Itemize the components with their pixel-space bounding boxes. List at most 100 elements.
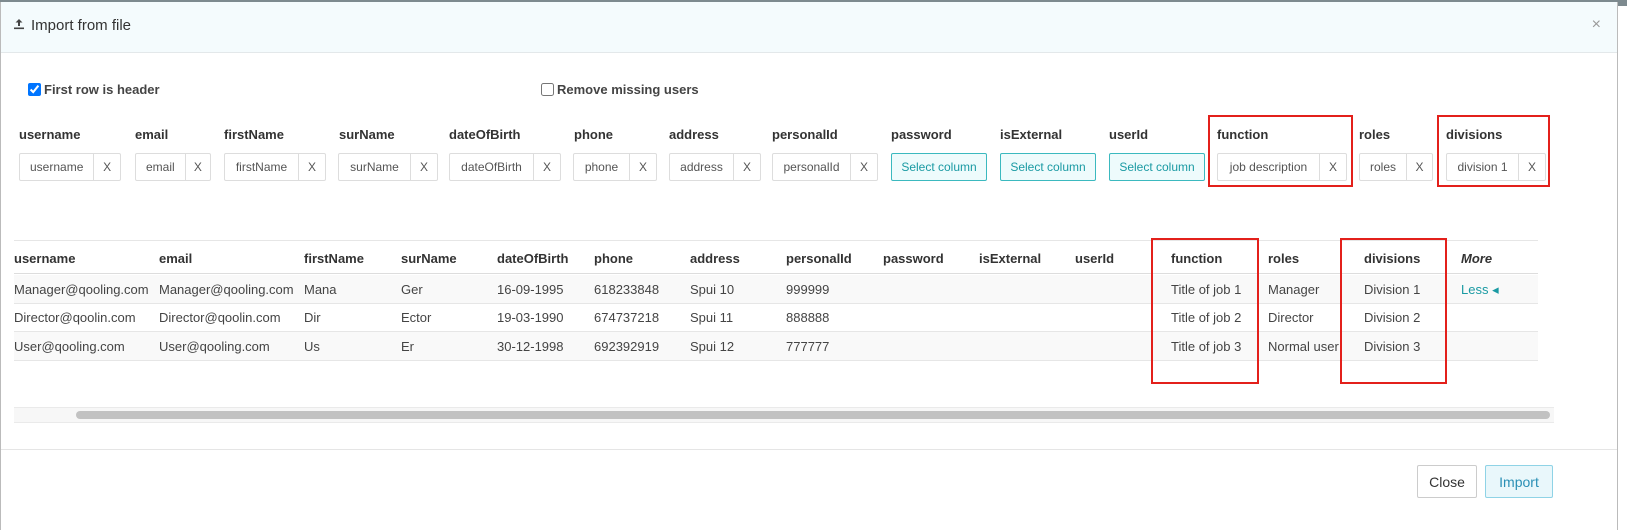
first-row-header-checkbox[interactable] (28, 83, 41, 96)
remove-mapping-button[interactable]: X (629, 154, 656, 180)
select-column-button-userid[interactable]: Select column (1109, 153, 1205, 181)
column-header-function: function (1171, 251, 1223, 266)
remove-mapping-button[interactable]: X (410, 154, 437, 180)
scrollbar-thumb[interactable] (76, 411, 1550, 419)
mapped-column-label: address (680, 160, 723, 174)
mapped-column-label: username (30, 160, 84, 174)
mapped-column-label: surName (350, 160, 399, 174)
table-row: User@qooling.com User@qooling.com Us Er 30-1… (14, 332, 1538, 360)
remove-mapping-button[interactable]: X (733, 154, 760, 180)
upload-icon (13, 18, 27, 33)
table-cell-phone: 674737218 (594, 310, 660, 325)
table-cell-function: Title of job 2 (1171, 310, 1242, 325)
first-row-header-label: First row is header (44, 82, 160, 97)
mapped-column-firstname: firstName X (224, 153, 326, 181)
mapping-header-email: email (135, 127, 169, 142)
table-cell-divisions: Division 3 (1364, 339, 1421, 354)
column-header-userid: userId (1075, 251, 1115, 266)
remove-mapping-button[interactable]: X (1406, 154, 1432, 180)
table-row: Manager@qooling.com Manager@qooling.com Ma… (14, 275, 1538, 303)
mapped-column-roles: roles X (1359, 153, 1433, 181)
mapping-header-dateofbirth: dateOfBirth (449, 127, 521, 142)
table-cell-function: Title of job 3 (1171, 339, 1242, 354)
column-header-surname: surName (401, 251, 457, 266)
column-header-username: username (14, 251, 76, 266)
table-cell-email: User@qooling.com (159, 339, 270, 354)
column-header-divisions: divisions (1364, 251, 1421, 266)
table-cell-dateofbirth: 19-03-1990 (497, 310, 564, 325)
remove-mapping-button[interactable]: X (850, 154, 877, 180)
table-cell-username: User@qooling.com (14, 339, 125, 354)
table-top-border (14, 240, 1538, 241)
close-button[interactable]: Close (1417, 465, 1477, 498)
table-cell-function: Title of job 1 (1171, 282, 1242, 297)
mapping-header-firstname: firstName (224, 127, 284, 142)
column-header-password: password (883, 251, 944, 266)
table-cell-roles: Director (1268, 310, 1314, 325)
table-cell-dateofbirth: 30-12-1998 (497, 339, 564, 354)
column-header-firstname: firstName (304, 251, 364, 266)
mapped-column-label: roles (1370, 160, 1397, 174)
remove-mapping-button[interactable]: X (184, 154, 210, 180)
remove-missing-users-checkbox[interactable] (541, 83, 554, 96)
modal-title: Import from file (13, 17, 131, 34)
table-cell-divisions: Division 2 (1364, 310, 1421, 325)
horizontal-scrollbar[interactable] (14, 407, 1554, 423)
table-cell-email: Manager@qooling.com (159, 282, 294, 297)
mapped-column-dateofbirth: dateOfBirth X (449, 153, 561, 181)
table-cell-firstname: Dir (304, 310, 321, 325)
table-cell-firstname: Us (304, 339, 320, 354)
select-column-button-isexternal[interactable]: Select column (1000, 153, 1096, 181)
table-header: username email firstName surName dateOfBirth… (14, 251, 1538, 275)
import-button[interactable]: Import (1485, 465, 1553, 498)
table-cell-firstname: Mana (304, 282, 337, 297)
table-cell-dateofbirth: 16-09-1995 (497, 282, 564, 297)
remove-missing-users-option[interactable]: Remove missing users (541, 82, 699, 97)
table-cell-username: Manager@qooling.com (14, 282, 149, 297)
remove-missing-users-label: Remove missing users (557, 82, 699, 97)
table-cell-email: Director@qoolin.com (159, 310, 281, 325)
column-header-personalid: personalId (786, 251, 852, 266)
mapped-column-address: address X (669, 153, 761, 181)
mapped-column-label: dateOfBirth (461, 160, 522, 174)
table-cell-address: Spui 11 (690, 310, 734, 325)
column-header-dateofbirth: dateOfBirth (497, 251, 569, 266)
mapped-column-divisions: division 1 X (1446, 153, 1546, 181)
close-icon[interactable]: × (1592, 16, 1601, 34)
mapping-header-surname: surName (339, 127, 395, 142)
mapping-header-isexternal: isExternal (1000, 127, 1063, 142)
remove-mapping-button[interactable]: X (1518, 154, 1545, 180)
table-cell-roles: Manager (1268, 282, 1320, 297)
table-row: Director@qoolin.com Director@qoolin.com Di… (14, 303, 1538, 331)
less-toggle[interactable]: Less ◂ (1461, 282, 1534, 298)
mapped-column-label: email (146, 160, 175, 174)
remove-mapping-button[interactable]: X (298, 154, 325, 180)
mapping-header-personalid: personalId (772, 127, 838, 142)
mapping-header-divisions: divisions (1446, 127, 1503, 142)
column-header-isexternal: isExternal (979, 251, 1042, 266)
modal-title-text: Import from file (31, 17, 132, 34)
column-header-address: address (690, 251, 740, 266)
table-cell-personalid: 777777 (786, 339, 830, 354)
mapped-column-label: firstName (235, 160, 288, 174)
mapped-column-email: email X (135, 153, 211, 181)
row-divider (14, 360, 1538, 361)
table-header-border (14, 273, 1538, 274)
table-cell-roles: Normal user (1268, 339, 1339, 354)
table-cell-username: Director@qoolin.com (14, 310, 136, 325)
mapped-column-phone: phone X (573, 153, 657, 181)
column-header-roles: roles (1268, 251, 1300, 266)
mapped-column-username: username X (19, 153, 121, 181)
mapping-fields: username Xemail XfirstName XsurName XdateOfB… (1, 153, 1617, 183)
column-header-phone: phone (594, 251, 633, 266)
remove-mapping-button[interactable]: X (533, 154, 560, 180)
select-column-button-password[interactable]: Select column (891, 153, 987, 181)
table-cell-surname: Ector (401, 310, 432, 325)
remove-mapping-button[interactable]: X (1319, 154, 1346, 180)
column-header-more[interactable]: More (1461, 251, 1492, 266)
mapping-header-function: function (1217, 127, 1269, 142)
table-cell-phone: 692392919 (594, 339, 660, 354)
table-cell-surname: Ger (401, 282, 423, 297)
first-row-header-option[interactable]: First row is header (28, 82, 160, 97)
remove-mapping-button[interactable]: X (93, 154, 120, 180)
